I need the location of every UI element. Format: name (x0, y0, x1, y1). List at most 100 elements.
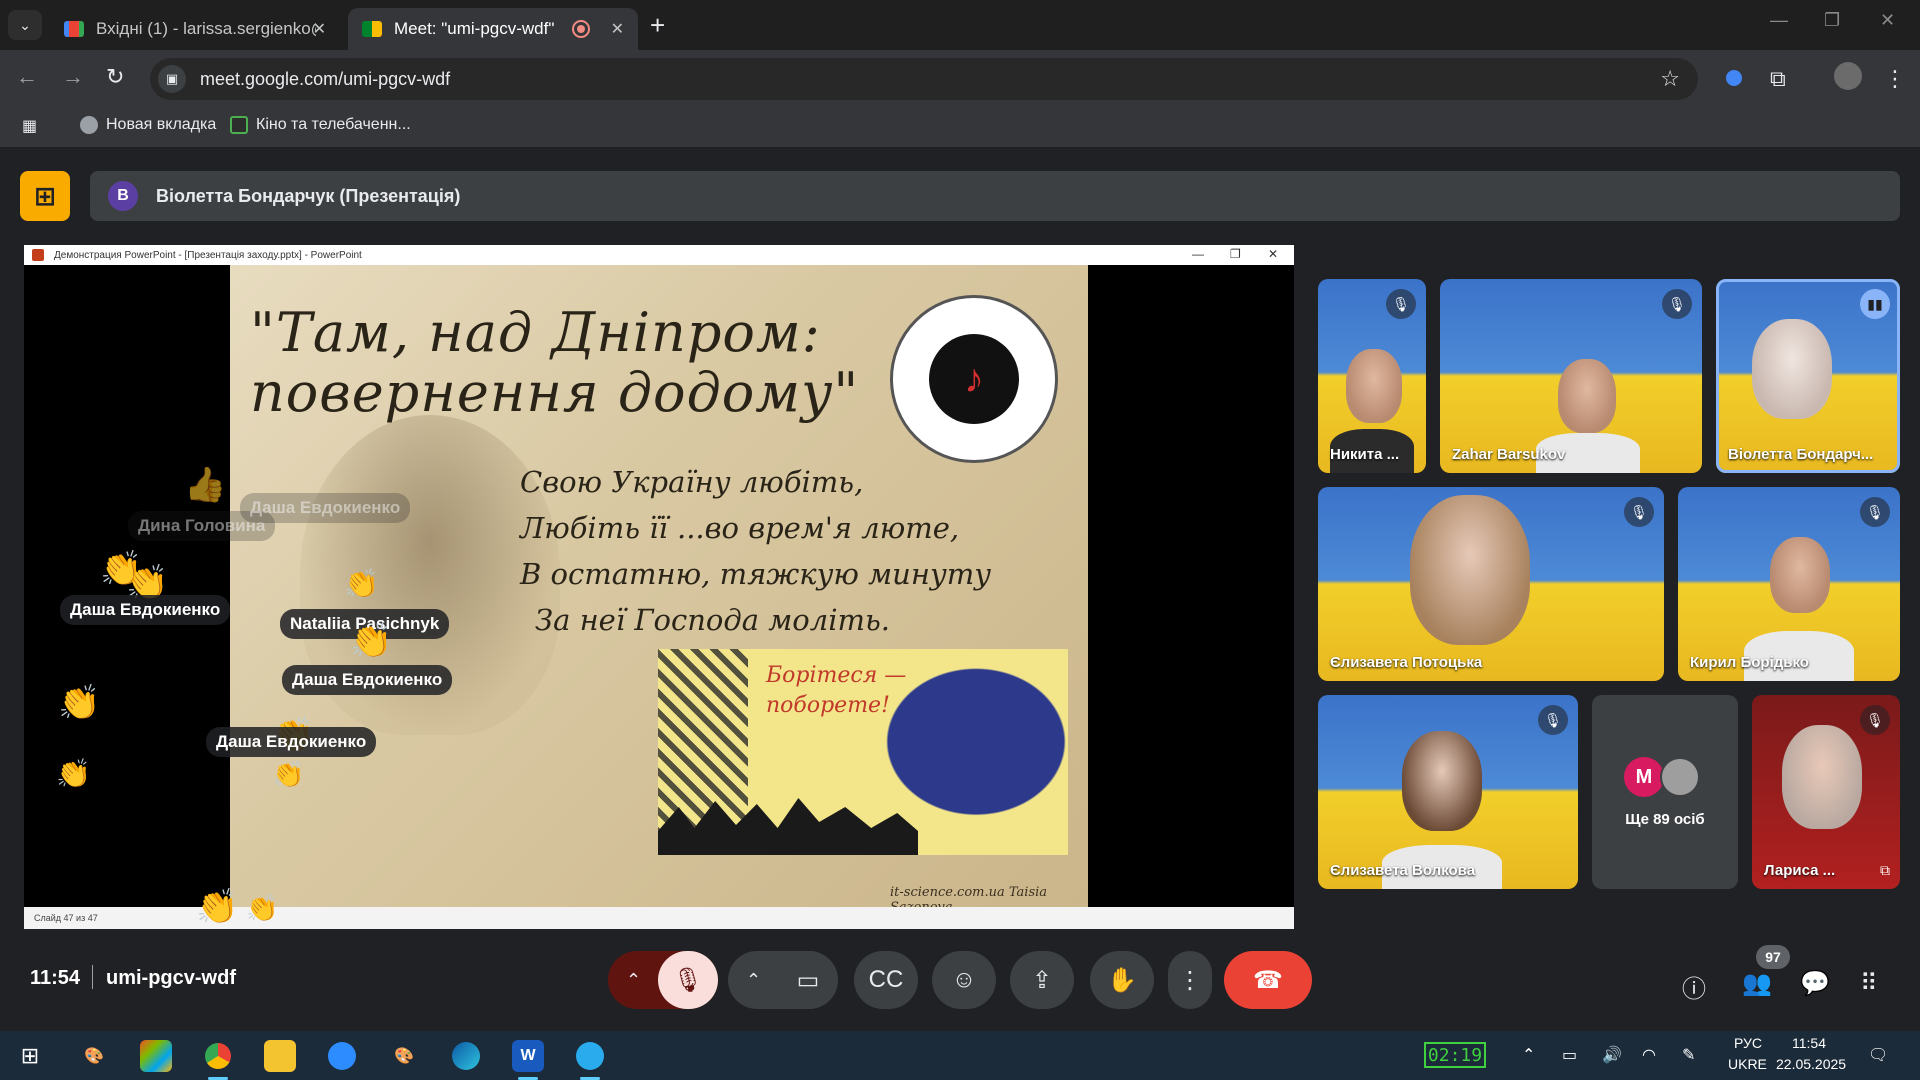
app-icon[interactable]: 🎨 (388, 1040, 420, 1072)
participant-tile[interactable]: 🎙 Никита ... (1318, 279, 1426, 473)
presenter-avatar: В (108, 181, 138, 211)
forward-icon[interactable]: → (62, 64, 84, 90)
clapping-icon: 👏 (196, 888, 239, 926)
emoji-icon: ☺ (951, 966, 977, 993)
tab-search-button[interactable]: ⌄ (8, 10, 42, 40)
picture-in-picture-icon[interactable]: ⧉ (1880, 862, 1890, 879)
clapping-icon: 👏 (344, 568, 379, 599)
reload-icon[interactable]: ↻ (106, 64, 124, 90)
timer-display: 02:19 (1424, 1042, 1486, 1068)
participant-video (1752, 319, 1832, 419)
pen-icon[interactable]: ✎ (1682, 1045, 1695, 1065)
url-text[interactable]: meet.google.com/umi-pgcv-wdf (200, 69, 450, 90)
extensions-puzzle-icon[interactable]: ⧉ (1770, 66, 1786, 92)
tray-chevron-up-icon[interactable]: ⌃ (1522, 1045, 1535, 1065)
site-info-icon[interactable]: ▣ (158, 65, 186, 93)
close-window-icon[interactable]: ✕ (1880, 10, 1895, 31)
participant-tile[interactable]: 🎙 Лариса ... ⧉ (1752, 695, 1900, 889)
telegram-icon[interactable] (574, 1040, 606, 1080)
extension-icon[interactable] (1726, 70, 1742, 86)
participant-video (1410, 495, 1530, 645)
copilot-icon[interactable] (140, 1040, 172, 1072)
restore-icon[interactable]: ❐ (1824, 10, 1840, 31)
word-icon[interactable]: W (512, 1040, 544, 1080)
reaction-name: Даша Евдокиенко (60, 595, 231, 625)
battery-icon[interactable]: ▭ (1562, 1045, 1577, 1065)
file-explorer-icon[interactable] (264, 1040, 296, 1072)
participant-avatar-image (1660, 757, 1700, 797)
chat-icon[interactable]: 💬 (1800, 969, 1830, 998)
mic-off-icon: 🎙 (1860, 497, 1890, 527)
more-participants-tile[interactable]: M Ще 89 осіб (1592, 695, 1738, 889)
participant-tile[interactable]: 🎙 Zahar Barsukov (1440, 279, 1702, 473)
mic-off-icon: 🎙 (672, 966, 704, 994)
chrome-icon[interactable] (202, 1040, 234, 1080)
mic-off-icon: 🎙 (1386, 289, 1416, 319)
address-bar[interactable]: ▣ meet.google.com/umi-pgcv-wdf ☆ (150, 58, 1698, 100)
meeting-info-icon[interactable]: ⓘ (1682, 969, 1706, 1004)
slide-credit: it-science.com.ua Taisia Sazonova (890, 885, 1048, 907)
poem-line: Любіть її ...во врем'я люте, (520, 511, 960, 545)
bookmark-site-icon (230, 116, 248, 134)
clapping-icon: 👏 (58, 684, 101, 722)
gmail-icon (64, 21, 84, 37)
wifi-icon[interactable]: ◠ (1642, 1045, 1656, 1065)
bookmarks-bar: ▦ Новая вкладка Кіно та телебаченн... (0, 106, 1920, 148)
present-icon: ⇪ (1031, 966, 1053, 994)
close-tab-icon[interactable]: ✕ (611, 19, 624, 39)
more-options-button[interactable]: ⋮ (1168, 951, 1212, 1009)
tab-meet[interactable]: Meet: "umi-pgcv-wdf" ✕ (348, 8, 638, 50)
camera-toggle-button[interactable]: ▭ (778, 951, 838, 1009)
bookmark-new-tab[interactable]: Новая вкладка (80, 116, 216, 134)
participant-video (1770, 537, 1830, 613)
presenter-bar: В Віолетта Бондарчук (Презентація) (90, 171, 1900, 221)
tab-gmail[interactable]: Вхідні (1) - larissa.sergienko@g ✕ (50, 8, 340, 50)
input-language-secondary[interactable]: UKRE (1728, 1056, 1767, 1072)
mic-off-icon: 🎙 (1860, 705, 1890, 735)
clock-time[interactable]: 11:54 (1792, 1035, 1826, 1051)
reactions-button[interactable]: ☺ (932, 951, 996, 1009)
leave-call-button[interactable]: ☎ (1224, 951, 1312, 1009)
raise-hand-button[interactable]: ✋ (1090, 951, 1154, 1009)
recording-icon (572, 20, 590, 38)
microphone-toggle-button[interactable]: 🎙 (658, 951, 718, 1009)
mic-off-icon: 🎙 (1538, 705, 1568, 735)
apps-grid-icon[interactable]: ▦ (22, 116, 37, 136)
participant-tile[interactable]: 🎙 Єлизавета Потоцька (1318, 487, 1664, 681)
close-tab-icon[interactable]: ✕ (313, 19, 326, 39)
present-screen-button[interactable]: ⇪ (1010, 951, 1074, 1009)
participant-tile[interactable]: 🎙 Кирил Борідько (1678, 487, 1900, 681)
activities-grid-icon[interactable]: ⠿ (1860, 969, 1878, 998)
minimize-icon[interactable]: — (1770, 10, 1788, 31)
volume-icon[interactable]: 🔊 (1602, 1045, 1622, 1065)
edge-icon[interactable] (450, 1040, 482, 1072)
participant-tile-speaking[interactable]: ▮▮ Віолетта Бондарч... (1716, 279, 1900, 473)
meet-control-bar: 11:54 umi-pgcv-wdf ⌃ 🎙 ⌃ ▭ CC ☺ ⇪ ✋ ⋮ ☎ … (0, 931, 1920, 1031)
hang-up-icon: ☎ (1253, 966, 1283, 994)
people-icon[interactable]: 👥 (1742, 969, 1772, 998)
more-participants-label: Ще 89 осіб (1625, 811, 1705, 828)
poem-line: В остатню, тяжкую минуту (520, 557, 992, 591)
captions-button[interactable]: CC (854, 951, 918, 1009)
bookmark-kino[interactable]: Кіно та телебаченн... (230, 116, 411, 134)
google-meet-icon (362, 21, 382, 37)
profile-avatar[interactable] (1834, 62, 1862, 90)
participant-tile[interactable]: 🎙 Єлизавета Волкова (1318, 695, 1578, 889)
back-icon[interactable]: ← (16, 64, 38, 90)
paint-icon[interactable]: 🎨 (78, 1040, 110, 1072)
clapping-icon: 👏 (350, 622, 393, 660)
lyre-icon: ♪ (929, 334, 1019, 424)
notifications-icon[interactable]: 🗨 (1868, 1045, 1888, 1065)
more-menu-icon[interactable]: ⋮ (1884, 66, 1906, 92)
input-language-primary[interactable]: РУС (1734, 1035, 1762, 1051)
meet-layout-icon[interactable]: ⊞ (20, 171, 70, 221)
clapping-icon: 👏 (246, 893, 279, 923)
new-tab-button[interactable]: + (650, 10, 665, 41)
bookmark-star-icon[interactable]: ☆ (1660, 66, 1680, 92)
participant-name: Никита ... (1330, 446, 1400, 463)
clock-date[interactable]: 22.05.2025 (1776, 1056, 1846, 1072)
windows-start-icon[interactable]: ⊞ (14, 1040, 46, 1072)
more-vert-icon: ⋮ (1178, 966, 1202, 994)
chevron-down-icon: ⌄ (19, 16, 31, 33)
zoom-icon[interactable] (326, 1040, 358, 1072)
